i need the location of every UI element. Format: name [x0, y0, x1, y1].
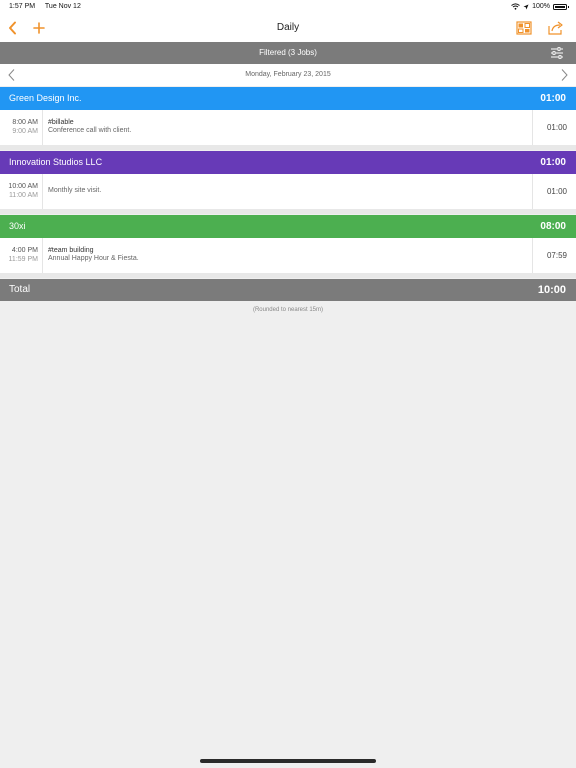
sliders-icon	[551, 47, 563, 59]
entry-end-time: 9:00 AM	[12, 128, 38, 135]
entry-times: 10:00 AM 11:00 AM	[0, 174, 43, 209]
entry-duration: 01:00	[546, 187, 567, 196]
entry-start-time: 10:00 AM	[8, 183, 38, 190]
entry-end-time: 11:59 PM	[8, 256, 38, 263]
battery-icon	[553, 3, 569, 10]
job-name: 30xi	[9, 221, 26, 231]
entry-note: Conference call with client.	[48, 127, 132, 134]
job-header-innovation-studios[interactable]: Innovation Studios LLC 01:00	[0, 151, 576, 174]
entry-times: 4:00 PM 11:59 PM	[0, 238, 43, 273]
calendar-view-button[interactable]	[514, 18, 534, 38]
job-total: 08:00	[540, 221, 566, 232]
section-spacer	[0, 145, 576, 150]
time-entry-row[interactable]: 8:00 AM 9:00 AM #billable Conference cal…	[0, 110, 576, 145]
job-name: Green Design Inc.	[9, 93, 82, 103]
current-date: Monday, February 23, 2015	[245, 71, 331, 78]
entry-end-time: 11:00 AM	[8, 192, 38, 199]
entry-duration-cell: 07:59	[532, 238, 576, 273]
job-header-30xi[interactable]: 30xi 08:00	[0, 215, 576, 238]
status-date: Tue Nov 12	[44, 3, 81, 10]
share-icon	[548, 21, 563, 35]
next-day-button[interactable]	[557, 68, 571, 82]
job-name: Innovation Studios LLC	[9, 157, 103, 167]
entry-duration-cell: 01:00	[532, 110, 576, 145]
entry-tag: #billable	[48, 119, 74, 126]
total-value: 10:00	[537, 284, 566, 296]
job-total: 01:00	[540, 93, 566, 104]
rounding-note: (Rounded to nearest 15m)	[252, 307, 324, 313]
entry-duration-cell: 01:00	[532, 174, 576, 209]
entry-start-time: 4:00 PM	[11, 247, 38, 254]
job-header-green-design[interactable]: Green Design Inc. 01:00	[0, 87, 576, 110]
share-button[interactable]	[546, 18, 566, 38]
time-entry-row[interactable]: 10:00 AM 11:00 AM Monthly site visit. 01…	[0, 174, 576, 209]
page-title: Daily	[276, 22, 300, 33]
entry-times: 8:00 AM 9:00 AM	[0, 110, 43, 145]
entry-tag: #team building	[48, 247, 94, 254]
calendar-view-icon	[516, 21, 532, 35]
nav-bar: Daily	[0, 14, 576, 42]
section-spacer	[0, 209, 576, 214]
entry-note: Monthly site visit.	[48, 187, 102, 194]
total-bar: Total 10:00	[0, 279, 576, 301]
chevron-right-icon	[561, 69, 568, 81]
total-label: Total	[9, 284, 31, 295]
filter-label: Filtered (3 Jobs)	[259, 48, 317, 57]
entry-note: Annual Happy Hour & Fiesta.	[48, 255, 139, 262]
status-right: 100%	[511, 3, 569, 10]
location-icon	[523, 4, 529, 9]
filter-settings-button[interactable]	[549, 45, 565, 61]
section-spacer	[0, 273, 576, 278]
status-bar: 1:57 PM Tue Nov 12 100%	[0, 0, 576, 14]
status-time: 1:57 PM	[9, 3, 36, 10]
wifi-icon	[511, 3, 520, 10]
entry-start-time: 8:00 AM	[12, 119, 38, 126]
date-navigation: Monday, February 23, 2015	[0, 64, 576, 86]
entry-duration: 01:00	[546, 123, 567, 132]
filter-bar: Filtered (3 Jobs)	[0, 42, 576, 64]
battery-percent: 100%	[532, 3, 550, 10]
status-left: 1:57 PM Tue Nov 12	[9, 3, 89, 10]
entry-duration: 07:59	[546, 251, 567, 260]
time-entry-row[interactable]: 4:00 PM 11:59 PM #team building Annual H…	[0, 238, 576, 273]
job-total: 01:00	[540, 157, 566, 168]
home-indicator[interactable]	[200, 759, 376, 763]
